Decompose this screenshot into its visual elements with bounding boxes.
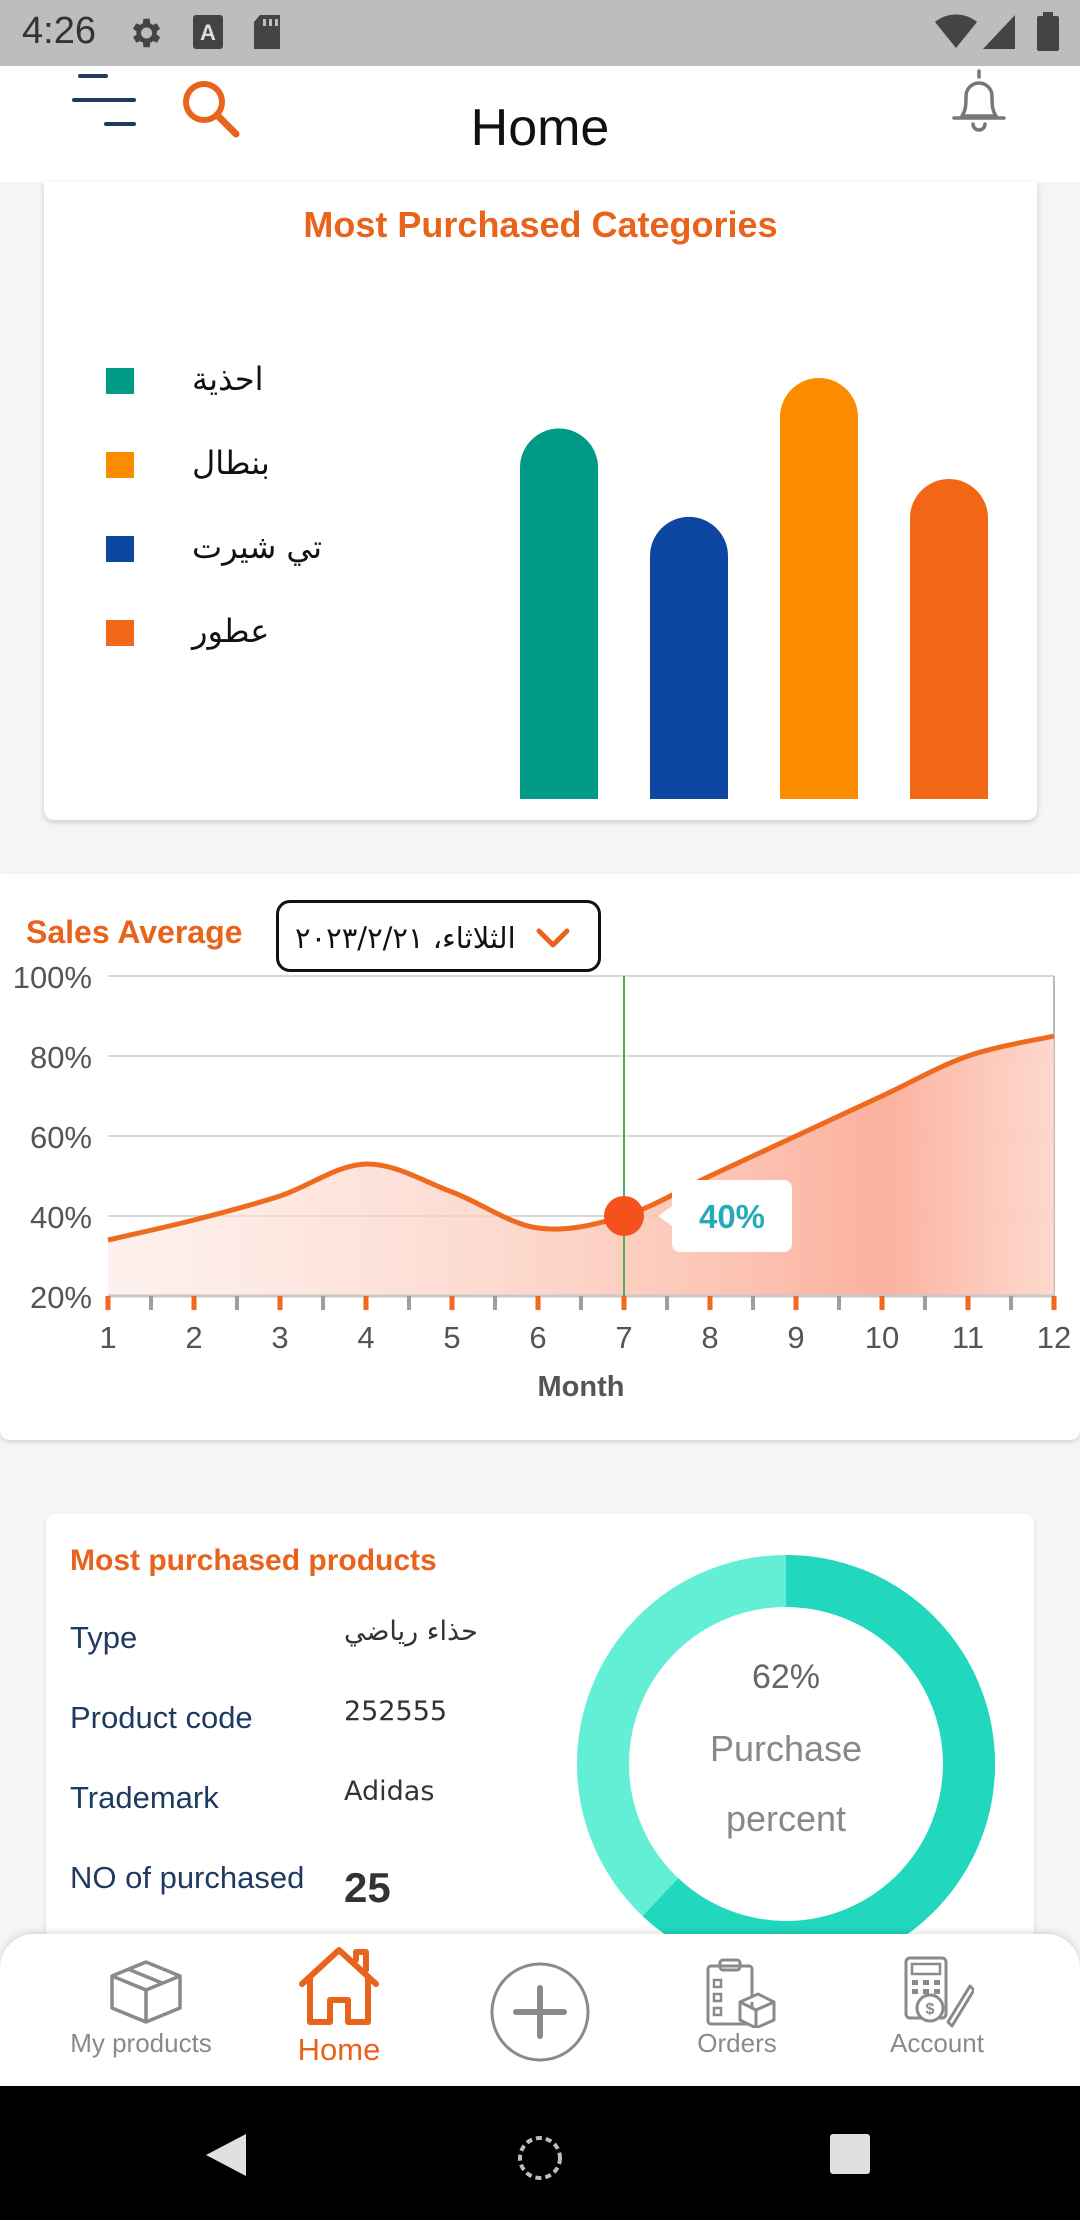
x-tick-label: 12 (1037, 1320, 1071, 1355)
bar (650, 516, 728, 799)
status-bar: 4:26 A (0, 0, 1080, 66)
x-tick-label: 8 (701, 1320, 718, 1355)
home-icon (294, 1942, 384, 2033)
back-icon[interactable] (200, 2130, 250, 2185)
nav-label-account: Account (890, 2028, 984, 2058)
x-tick-label: 10 (865, 1320, 899, 1355)
wifi-icon (934, 14, 978, 55)
x-tick-label: 7 (615, 1320, 632, 1355)
x-tick-label: 1 (99, 1320, 116, 1355)
signal-icon (982, 14, 1016, 55)
x-tick-label: 4 (357, 1320, 374, 1355)
products-title: Most purchased products (70, 1544, 437, 1577)
nav-label-my-products: My products (70, 2028, 212, 2058)
y-tick-label: 60% (30, 1120, 92, 1155)
add-icon (488, 1960, 592, 2069)
categories-bar-chart (520, 378, 988, 799)
trademark-value: Adidas (344, 1776, 435, 1807)
nav-my-products[interactable]: My products (46, 1934, 236, 2086)
a-icon: A (192, 14, 224, 55)
y-tick-label: 40% (30, 1200, 92, 1235)
donut-percent: 62% (751, 1658, 821, 1696)
app-header: Home (0, 66, 1080, 182)
y-tick-label: 20% (30, 1280, 92, 1315)
orders-icon (702, 1958, 776, 2033)
purchased-count-value: 25 (344, 1864, 391, 1911)
categories-card: Most Purchased Categories احذية بنطال تي ش… (44, 182, 1037, 820)
nav-add[interactable] (486, 1934, 594, 2086)
x-tick-label: 11 (952, 1320, 984, 1355)
x-axis-label: Month (538, 1371, 625, 1403)
svg-text:A: A (200, 20, 216, 45)
product-code-label: Product code (70, 1700, 253, 1735)
donut-label-line2: percent (725, 1798, 847, 1839)
donut-label-line1: Purchase (709, 1728, 863, 1769)
trademark-label: Trademark (70, 1780, 219, 1815)
sales-card: Sales Average الثلاثاء، ٢٠٢٣/٢/٢١ 20% 40%… (0, 874, 1080, 1440)
nav-account[interactable]: $ Account (872, 1934, 1002, 2086)
settings-icon (126, 14, 164, 57)
x-tick-label: 3 (271, 1320, 288, 1355)
y-tick-label: 100% (13, 960, 92, 995)
svg-text:$: $ (926, 2001, 935, 2018)
nav-orders[interactable]: Orders (672, 1934, 802, 2086)
home-circle-icon[interactable] (512, 2130, 568, 2191)
nav-label-home: Home (297, 2032, 381, 2067)
bell-icon[interactable] (944, 66, 1014, 141)
bar (780, 378, 858, 799)
recents-icon[interactable] (828, 2132, 872, 2181)
sd-card-icon (252, 14, 282, 55)
x-tick-label: 6 (529, 1320, 546, 1355)
purchased-count-label: NO of purchased (70, 1860, 305, 1895)
system-navigation-bar (0, 2086, 1080, 2220)
nav-label-orders: Orders (697, 2028, 777, 2058)
tooltip-value: 40% (699, 1198, 765, 1235)
account-icon: $ (900, 1956, 976, 2033)
type-label: Type (70, 1620, 138, 1655)
x-tick-label: 5 (443, 1320, 460, 1355)
box-icon (106, 1956, 186, 2031)
page-title: Home (470, 99, 610, 157)
x-tick-label: 9 (787, 1320, 804, 1355)
status-time: 4:26 (22, 10, 96, 52)
area-fill (108, 1036, 1054, 1296)
type-value: حذاء رياضي (344, 1616, 478, 1647)
bottom-navigation: My products Home Orders $ Account (0, 1934, 1080, 2086)
highlight-point[interactable] (604, 1196, 644, 1236)
product-code-value: 252555 (344, 1696, 448, 1727)
sales-area-chart: 20%40%60%80%100%1 2 3 4 5 6 7 8 9 10 11 12Month40% (13, 960, 1072, 1403)
x-tick-label: 2 (185, 1320, 202, 1355)
bar (520, 428, 598, 799)
y-tick-label: 80% (30, 1040, 92, 1075)
battery-icon (1036, 12, 1060, 57)
nav-home[interactable]: Home (254, 1934, 424, 2086)
bar (910, 479, 988, 799)
